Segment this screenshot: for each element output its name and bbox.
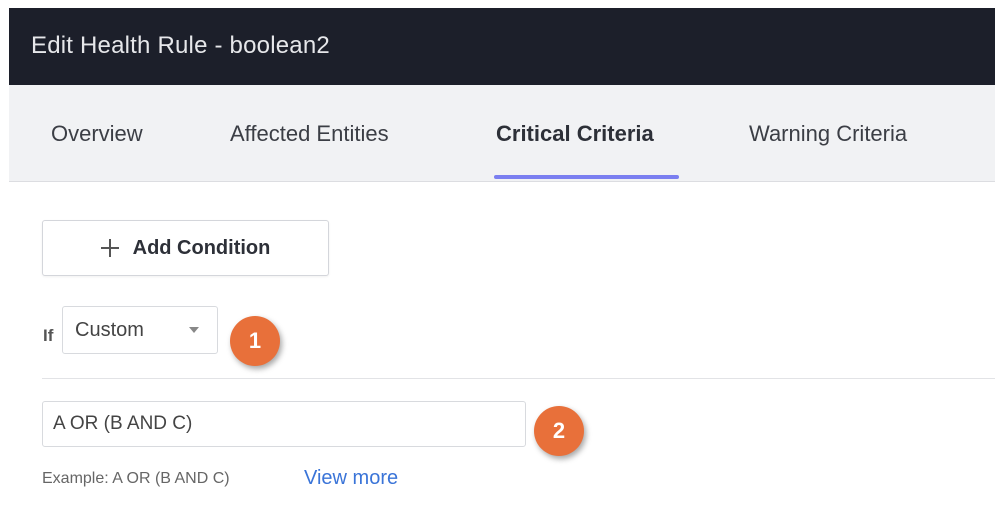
title-bar: Edit Health Rule - boolean2: [9, 8, 995, 85]
tab-warning-criteria[interactable]: Warning Criteria: [749, 121, 907, 147]
condition-type-value: Custom: [75, 319, 144, 341]
tab-critical-criteria[interactable]: Critical Criteria: [496, 121, 654, 147]
plus-icon: [100, 239, 119, 257]
window-title: Edit Health Rule - boolean2: [31, 32, 330, 59]
view-more-link[interactable]: View more: [304, 467, 398, 490]
divider: [42, 378, 995, 379]
tab-bar: Overview Affected Entities Critical Crit…: [9, 85, 995, 182]
active-tab-indicator: [494, 175, 679, 179]
callout-badge-2: 2: [534, 406, 584, 456]
tab-affected-entities[interactable]: Affected Entities: [230, 121, 389, 147]
add-condition-label: Add Condition: [132, 236, 271, 259]
health-rule-editor: Edit Health Rule - boolean2 Overview Aff…: [9, 8, 995, 508]
callout-badge-1: 1: [230, 316, 280, 366]
caret-down-icon: [189, 327, 199, 333]
if-label: If: [43, 326, 54, 345]
expression-input[interactable]: [42, 401, 526, 447]
condition-type-select[interactable]: Custom: [62, 306, 218, 354]
tab-overview[interactable]: Overview: [51, 121, 143, 147]
add-condition-button[interactable]: Add Condition: [42, 220, 329, 276]
expression-example: Example: A OR (B AND C): [42, 470, 230, 487]
